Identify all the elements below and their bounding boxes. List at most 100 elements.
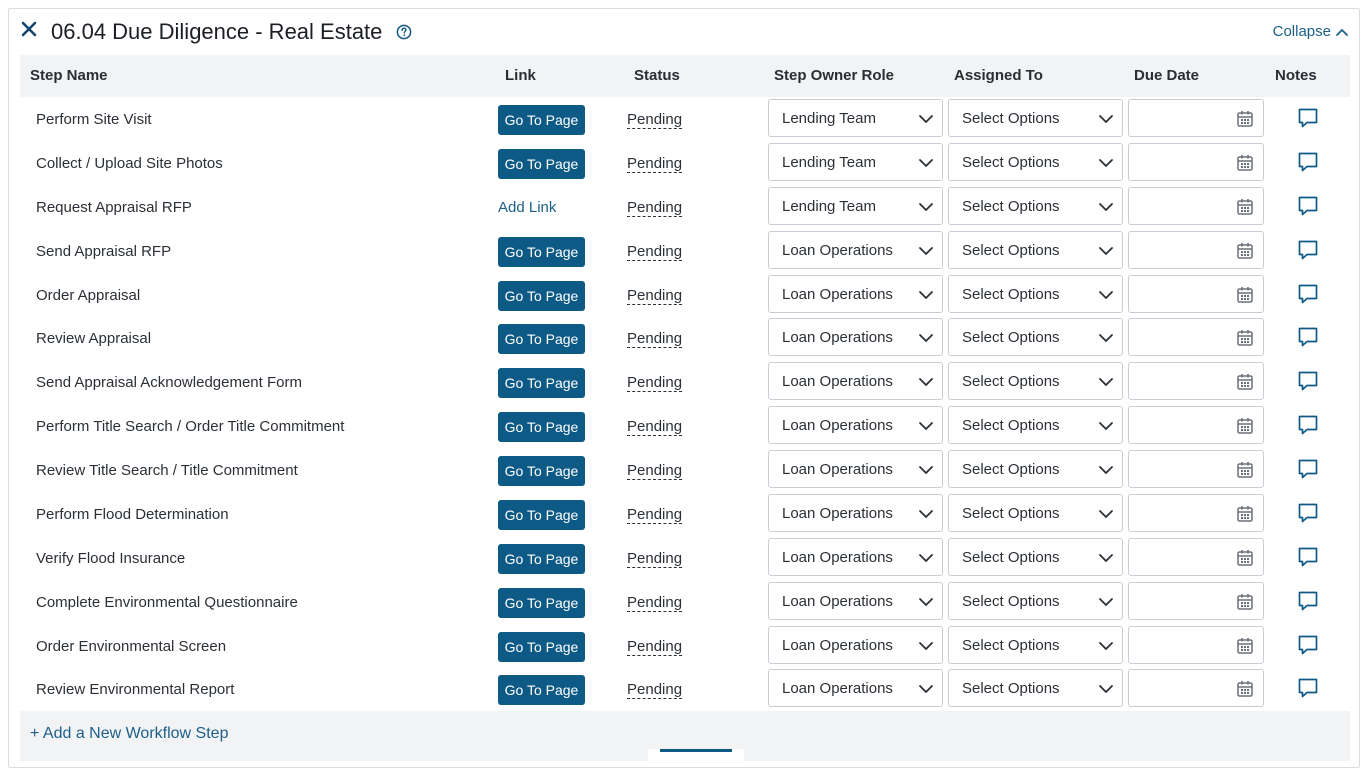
due-date-input[interactable] [1128,538,1264,576]
step-owner-role-select[interactable]: Loan Operations [768,231,943,269]
assigned-to-select[interactable]: Select Options [948,494,1123,532]
speech-bubble-icon[interactable] [1297,195,1319,217]
go-to-page-button[interactable]: Go To Page [498,412,585,442]
speech-bubble-icon[interactable] [1297,283,1319,305]
go-to-page-button[interactable]: Go To Page [498,632,585,662]
step-owner-role-select[interactable]: Loan Operations [768,362,943,400]
due-date-input[interactable] [1128,143,1264,181]
status-link[interactable]: Pending [627,638,683,656]
speech-bubble-icon[interactable] [1297,634,1319,656]
help-circle-icon[interactable] [396,24,412,40]
assigned-to-select[interactable]: Select Options [948,538,1123,576]
step-owner-role-select[interactable]: Loan Operations [768,275,943,313]
assigned-to-select[interactable]: Select Options [948,582,1123,620]
due-date-input[interactable] [1128,450,1264,488]
calendar-icon[interactable] [1237,242,1253,259]
status-link[interactable]: Pending [627,550,683,568]
status-link[interactable]: Pending [627,594,683,612]
status-link[interactable]: Pending [627,199,683,217]
go-to-page-button[interactable]: Go To Page [498,675,585,705]
assigned-to-select[interactable]: Select Options [948,275,1123,313]
step-owner-role-select[interactable]: Lending Team [768,99,943,137]
status-link[interactable]: Pending [627,287,683,305]
due-date-input[interactable] [1128,582,1264,620]
add-link[interactable]: Add Link [498,199,556,216]
speech-bubble-icon[interactable] [1297,677,1319,699]
go-to-page-button[interactable]: Go To Page [498,281,585,311]
due-date-input[interactable] [1128,362,1264,400]
step-owner-role-select[interactable]: Loan Operations [768,538,943,576]
go-to-page-button[interactable]: Go To Page [498,105,585,135]
status-link[interactable]: Pending [627,155,683,173]
calendar-icon[interactable] [1237,461,1253,478]
go-to-page-button[interactable]: Go To Page [498,149,585,179]
assigned-to-select[interactable]: Select Options [948,406,1123,444]
calendar-icon[interactable] [1237,549,1253,566]
step-owner-role-select[interactable]: Loan Operations [768,669,943,707]
calendar-icon[interactable] [1237,154,1253,171]
go-to-page-button[interactable]: Go To Page [498,368,585,398]
status-link[interactable]: Pending [627,111,683,129]
assigned-to-select[interactable]: Select Options [948,187,1123,225]
step-owner-role-select[interactable]: Loan Operations [768,318,943,356]
speech-bubble-icon[interactable] [1297,239,1319,261]
speech-bubble-icon[interactable] [1297,326,1319,348]
calendar-icon[interactable] [1237,198,1253,215]
calendar-icon[interactable] [1237,593,1253,610]
speech-bubble-icon[interactable] [1297,502,1319,524]
go-to-page-button[interactable]: Go To Page [498,324,585,354]
step-owner-role-select[interactable]: Lending Team [768,143,943,181]
go-to-page-button[interactable]: Go To Page [498,588,585,618]
assigned-to-select[interactable]: Select Options [948,669,1123,707]
due-date-input[interactable] [1128,406,1264,444]
status-link[interactable]: Pending [627,462,683,480]
status-link[interactable]: Pending [627,374,683,392]
status-link[interactable]: Pending [627,681,683,699]
due-date-input[interactable] [1128,318,1264,356]
status-link[interactable]: Pending [627,330,683,348]
calendar-icon[interactable] [1237,505,1253,522]
assigned-to-select[interactable]: Select Options [948,231,1123,269]
speech-bubble-icon[interactable] [1297,546,1319,568]
step-owner-role-select[interactable]: Loan Operations [768,582,943,620]
speech-bubble-icon[interactable] [1297,151,1319,173]
go-to-page-button[interactable]: Go To Page [498,456,585,486]
due-date-input[interactable] [1128,231,1264,269]
status-link[interactable]: Pending [627,506,683,524]
due-date-input[interactable] [1128,494,1264,532]
due-date-input[interactable] [1128,187,1264,225]
step-owner-role-select[interactable]: Loan Operations [768,406,943,444]
speech-bubble-icon[interactable] [1297,590,1319,612]
calendar-icon[interactable] [1237,286,1253,303]
close-icon[interactable] [20,20,38,38]
assigned-to-select[interactable]: Select Options [948,318,1123,356]
go-to-page-button[interactable]: Go To Page [498,500,585,530]
scroll-handle[interactable] [648,749,744,763]
speech-bubble-icon[interactable] [1297,414,1319,436]
status-link[interactable]: Pending [627,418,683,436]
status-link[interactable]: Pending [627,243,683,261]
calendar-icon[interactable] [1237,417,1253,434]
assigned-to-select[interactable]: Select Options [948,143,1123,181]
assigned-to-select[interactable]: Select Options [948,450,1123,488]
collapse-toggle[interactable]: Collapse [1273,23,1349,40]
speech-bubble-icon[interactable] [1297,370,1319,392]
go-to-page-button[interactable]: Go To Page [498,237,585,267]
add-workflow-step-link[interactable]: + Add a New Workflow Step [30,725,228,743]
step-owner-role-select[interactable]: Lending Team [768,187,943,225]
assigned-to-select[interactable]: Select Options [948,626,1123,664]
speech-bubble-icon[interactable] [1297,458,1319,480]
step-owner-role-select[interactable]: Loan Operations [768,450,943,488]
due-date-input[interactable] [1128,669,1264,707]
step-owner-role-select[interactable]: Loan Operations [768,626,943,664]
due-date-input[interactable] [1128,626,1264,664]
go-to-page-button[interactable]: Go To Page [498,544,585,574]
calendar-icon[interactable] [1237,329,1253,346]
due-date-input[interactable] [1128,275,1264,313]
due-date-input[interactable] [1128,99,1264,137]
step-owner-role-select[interactable]: Loan Operations [768,494,943,532]
calendar-icon[interactable] [1237,110,1253,127]
calendar-icon[interactable] [1237,637,1253,654]
assigned-to-select[interactable]: Select Options [948,362,1123,400]
calendar-icon[interactable] [1237,680,1253,697]
